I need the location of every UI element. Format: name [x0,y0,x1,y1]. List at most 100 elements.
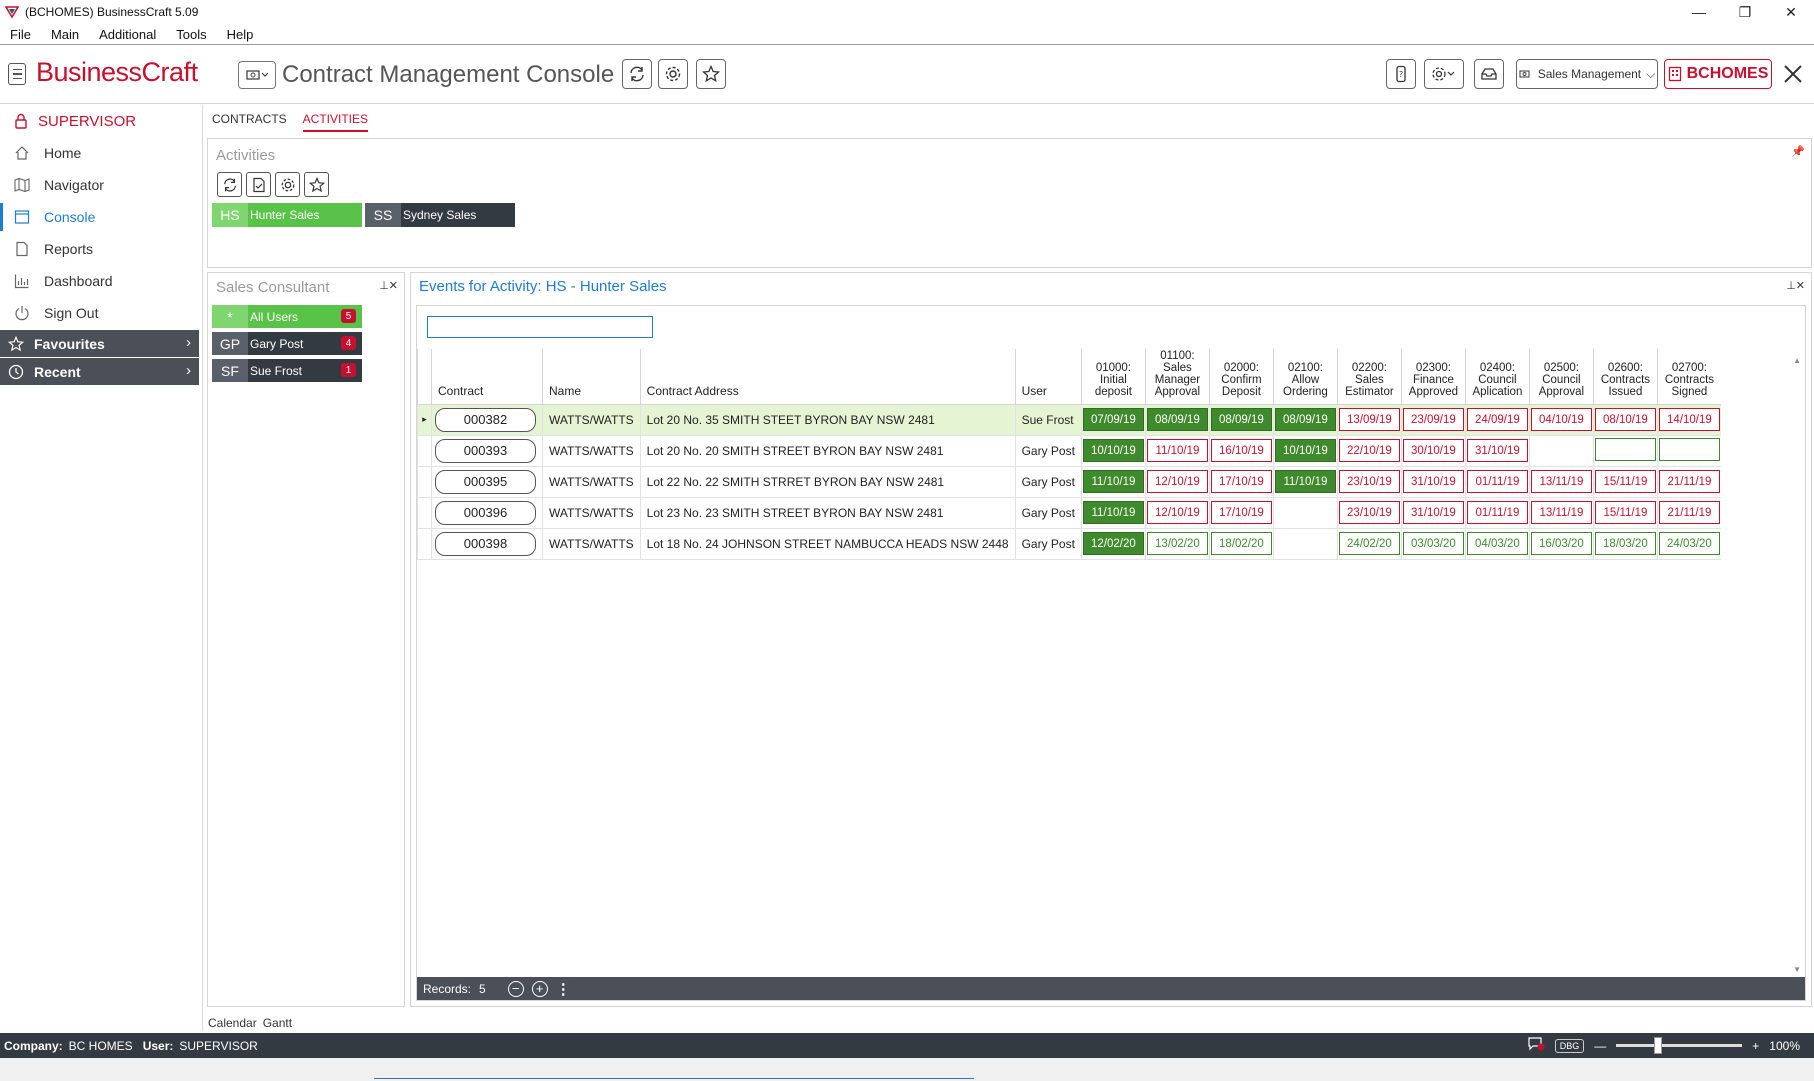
event-column-header[interactable]: 02300: Finance Approved [1400,349,1466,405]
contract-button[interactable]: 000393 [435,438,536,463]
column-header[interactable]: Contract [431,349,543,405]
event-date-chip[interactable]: 12/02/20 [1082,532,1144,555]
event-date-chip[interactable]: 23/10/19 [1338,470,1400,493]
sidebar-recent[interactable]: Recent › [0,358,199,385]
activity-tile[interactable]: HS Hunter Sales [212,203,362,227]
event-column-header[interactable]: 02500: Council Approval [1528,349,1594,405]
debug-badge[interactable]: DBG [1554,1038,1585,1053]
event-date-chip[interactable]: 11/10/19 [1082,470,1144,493]
zoom-slider[interactable] [1616,1037,1743,1054]
consultant-tile[interactable]: * All Users 5 [212,305,362,328]
event-date-chip[interactable]: 08/09/19 [1146,408,1208,431]
event-date-chip[interactable]: 31/10/19 [1402,470,1464,493]
event-date-chip[interactable] [1594,437,1656,461]
table-row[interactable]: 000395 WATTS/WATTS Lot 22 No. 22 SMITH STR… [417,466,1721,498]
event-column-header[interactable]: 02200: Sales Estimator [1336,349,1402,405]
menu-additional[interactable]: Additional [89,27,166,42]
event-date-chip[interactable]: 11/10/19 [1274,470,1336,493]
zoom-out-icon[interactable]: — [1594,1039,1606,1053]
menu-help[interactable]: Help [217,27,264,42]
scroll-up-arrow[interactable]: ▲ [1793,356,1801,365]
column-header[interactable]: Contract Address [639,349,1016,405]
refresh-button[interactable] [622,59,652,89]
consultant-tile[interactable]: GP Gary Post 4 [212,332,362,355]
tab-contracts[interactable]: CONTRACTS [212,112,287,132]
event-date-chip[interactable] [1275,531,1336,554]
contract-button[interactable]: 000382 [435,407,536,432]
event-date-chip[interactable]: 08/10/19 [1594,408,1656,431]
sidebar-item-dashboard[interactable]: Dashboard [0,265,202,297]
event-date-chip[interactable]: 30/10/19 [1402,439,1464,462]
minimize-button[interactable]: — [1676,0,1722,24]
event-date-chip[interactable]: 10/10/19 [1082,439,1144,462]
event-date-chip[interactable]: 01/11/19 [1466,470,1528,493]
chat-icon[interactable] [1527,1036,1545,1055]
event-date-chip[interactable]: 13/11/19 [1530,501,1592,524]
event-date-chip[interactable]: 17/10/19 [1210,501,1272,524]
table-row[interactable]: 000398 WATTS/WATTS Lot 18 No. 24 JOHNSON S… [417,528,1721,560]
settings-dropdown-button[interactable] [1424,59,1464,89]
company-button[interactable]: BCHOMES [1664,59,1772,89]
event-date-chip[interactable] [1658,437,1720,461]
event-date-chip[interactable]: 31/10/19 [1466,439,1528,462]
help-button[interactable]: ? [1386,59,1416,89]
sidebar-item-home[interactable]: Home [0,137,202,169]
event-date-chip[interactable]: 01/11/19 [1466,501,1528,524]
sidebar-favourites[interactable]: Favourites › [0,330,199,357]
event-date-chip[interactable]: 18/02/20 [1210,532,1272,555]
event-date-chip[interactable]: 23/09/19 [1402,408,1464,431]
event-date-chip[interactable]: 04/03/20 [1466,532,1528,555]
event-date-chip[interactable]: 22/10/19 [1338,439,1400,462]
tab-activities[interactable]: ACTIVITIES [302,112,369,132]
contract-button[interactable]: 000395 [435,469,536,494]
event-date-chip[interactable]: 23/10/19 [1338,501,1400,524]
event-date-chip[interactable]: 12/10/19 [1146,470,1208,493]
column-header[interactable]: User [1014,349,1082,405]
activity-tile[interactable]: SS Sydney Sales [365,203,515,227]
event-date-chip[interactable]: 12/10/19 [1146,501,1208,524]
column-header[interactable]: Name [542,349,641,405]
event-date-chip[interactable]: 18/03/20 [1594,532,1656,555]
remove-record-icon[interactable]: − [507,980,524,997]
activities-refresh-button[interactable] [217,172,242,197]
table-row[interactable]: 000393 WATTS/WATTS Lot 20 No. 20 SMITH STR… [417,435,1721,467]
settings-button[interactable] [658,59,688,89]
pin-close-icon[interactable]: ⊥✕ [379,279,398,292]
sidebar-item-reports[interactable]: Reports [0,233,202,265]
event-date-chip[interactable]: 24/02/20 [1338,532,1400,555]
add-record-icon[interactable]: + [531,980,548,997]
event-date-chip[interactable]: 14/10/19 [1658,408,1720,431]
event-date-chip[interactable]: 11/10/19 [1082,501,1144,524]
consultant-tile[interactable]: SF Sue Frost 1 [212,359,362,382]
sidebar-item-console[interactable]: Console [0,201,202,233]
activities-document-button[interactable] [246,172,271,197]
module-selector[interactable]: Sales Management ⌵ [1516,59,1658,89]
table-row[interactable]: ▸ 000382 WATTS/WATTS Lot 20 No. 35 SMITH ST… [417,404,1721,436]
sidebar-user[interactable]: SUPERVISOR [0,105,202,137]
table-row[interactable]: 000396 WATTS/WATTS Lot 23 No. 23 SMITH STR… [417,497,1721,529]
contract-button[interactable]: 000398 [435,531,536,556]
event-date-chip[interactable]: 13/11/19 [1530,470,1592,493]
event-date-chip[interactable]: 04/10/19 [1530,408,1592,431]
inbox-button[interactable] [1474,59,1504,89]
event-date-chip[interactable]: 13/09/19 [1338,408,1400,431]
menu-file[interactable]: File [0,27,41,42]
hamburger-menu-button[interactable] [8,63,26,85]
zoom-in-icon[interactable]: + [1752,1039,1759,1053]
sidebar-item-navigator[interactable]: Navigator [0,169,202,201]
event-column-header[interactable]: 02700: Contracts Signed [1656,349,1721,405]
event-column-header[interactable]: 02600: Contracts Issued [1592,349,1658,405]
event-date-chip[interactable] [1275,500,1336,523]
menu-tools[interactable]: Tools [166,27,216,42]
event-date-chip[interactable]: 13/02/20 [1146,532,1208,555]
restore-button[interactable]: ❐ [1722,0,1768,24]
activities-favourite-button[interactable] [304,172,329,197]
event-date-chip[interactable]: 03/03/20 [1402,532,1464,555]
event-date-chip[interactable]: 21/11/19 [1658,501,1720,524]
event-date-chip[interactable]: 16/03/20 [1530,532,1592,555]
menu-main[interactable]: Main [41,27,89,42]
event-date-chip[interactable]: 21/11/19 [1658,470,1720,493]
gantt-link[interactable]: Gantt [263,1016,292,1030]
scroll-down-arrow[interactable]: ▼ [1793,965,1801,974]
event-date-chip[interactable]: 11/10/19 [1146,439,1208,462]
